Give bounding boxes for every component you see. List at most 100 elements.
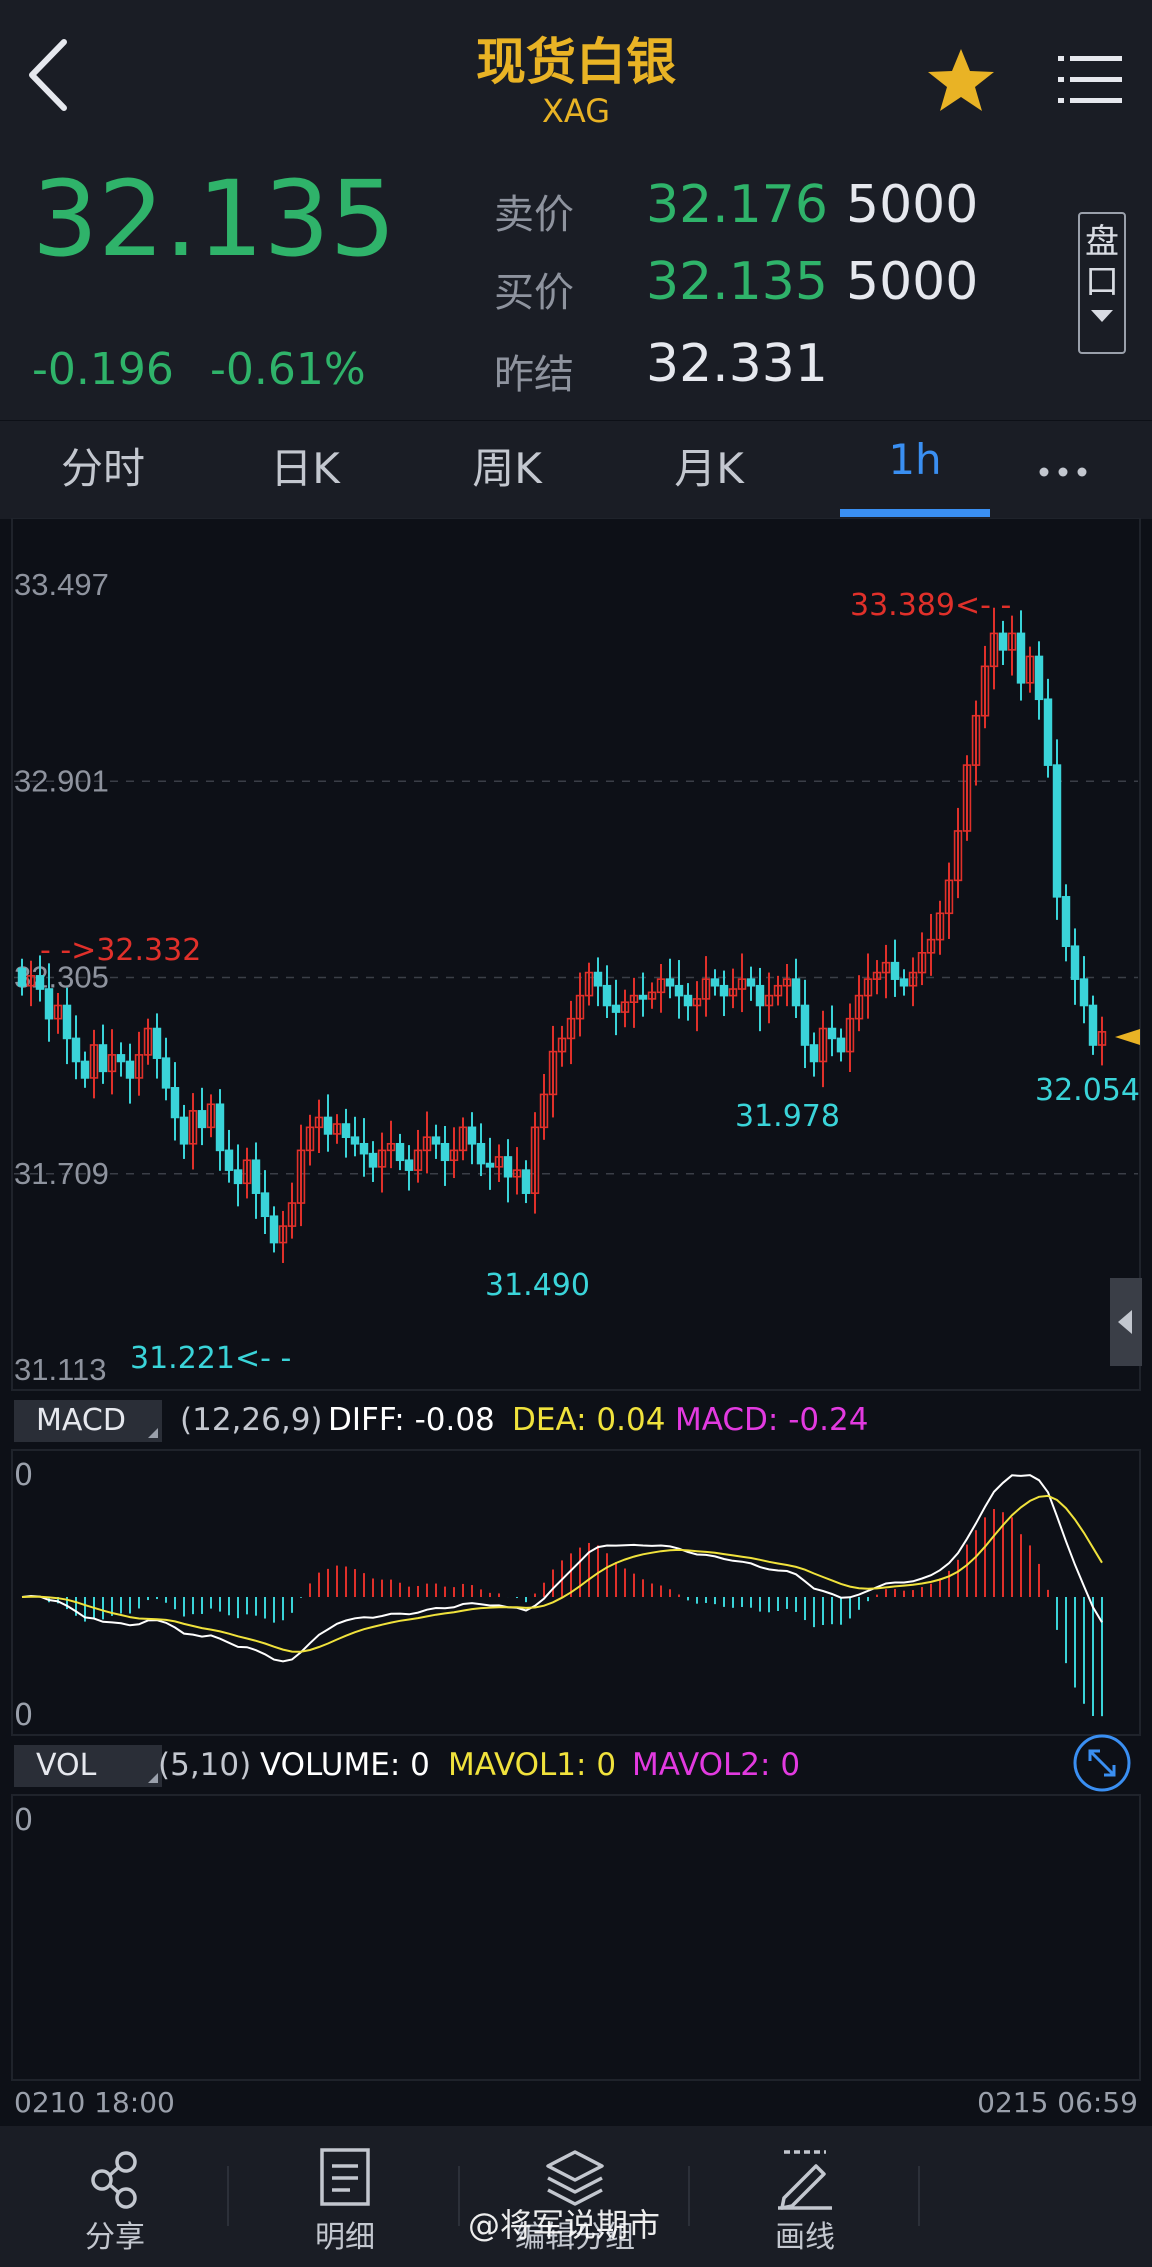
quote-header: 现货白银 XAG 32.135 -0.196 -0.61% 卖价 32.176 … xyxy=(0,0,1152,420)
macd-indicator-selector[interactable]: MACD xyxy=(14,1400,162,1442)
candle-body xyxy=(890,961,900,980)
candle-body xyxy=(260,1192,270,1218)
active-tab-indicator xyxy=(840,509,990,517)
macd-zero-top: 0 xyxy=(14,1458,33,1493)
candle-body xyxy=(62,1004,72,1040)
period-tabs: 分时 日K 周K 月K 1h xyxy=(0,420,1152,519)
bid-label: 买价 xyxy=(494,270,574,316)
candle-body xyxy=(233,1169,243,1185)
share-button[interactable]: 分享 xyxy=(35,2144,195,2256)
candle-body xyxy=(350,1136,360,1145)
candle-body xyxy=(485,1162,495,1168)
candle-body xyxy=(224,1149,234,1171)
collapse-panel-button[interactable] xyxy=(1110,1278,1142,1366)
price-change: -0.196 xyxy=(32,344,174,395)
candle-body xyxy=(467,1126,477,1145)
macd-panel-frame xyxy=(11,1449,1141,1736)
low-price-label: 31.221<- - xyxy=(130,1341,291,1376)
candle-body xyxy=(80,1060,90,1079)
candle-body xyxy=(674,984,684,997)
candle-body xyxy=(503,1156,513,1178)
candle-body xyxy=(152,1027,162,1059)
candle-body xyxy=(809,1044,819,1063)
prev-close-label: 昨结 xyxy=(494,352,574,398)
diff-value: DIFF: -0.08 xyxy=(328,1402,495,1438)
candle-body xyxy=(1088,1004,1098,1046)
toolbar-divider xyxy=(688,2166,690,2226)
candle-body xyxy=(1034,655,1044,701)
macd-histogram xyxy=(30,1509,1103,1717)
candle-body xyxy=(404,1159,414,1171)
candle-body xyxy=(197,1110,207,1129)
price-change-percent: -0.61% xyxy=(210,344,366,395)
volume-panel-frame xyxy=(11,1794,1141,2081)
last-candle-label: 32.054 xyxy=(1035,1073,1140,1108)
candle-body xyxy=(341,1123,351,1139)
candle-body xyxy=(719,984,729,997)
fullscreen-expand-icon[interactable] xyxy=(1072,1733,1132,1793)
candle-body xyxy=(800,1004,810,1046)
favorite-star-icon[interactable] xyxy=(925,45,997,117)
candle-body xyxy=(323,1116,333,1135)
swing-low-label-2: 31.978 xyxy=(735,1099,840,1134)
candle-body xyxy=(98,1044,108,1073)
candle-body xyxy=(359,1142,369,1155)
candle-body xyxy=(440,1142,450,1162)
candle-body xyxy=(476,1142,486,1165)
x-axis-start: 0210 18:00 xyxy=(14,2086,175,2119)
price-tick-label: 33.497 xyxy=(14,567,109,602)
macd-zero-bottom: 0 xyxy=(14,1698,33,1733)
detail-label: 明细 xyxy=(315,2220,375,2255)
candle-body xyxy=(1070,945,1080,980)
open-marker-label: - ->32.332 xyxy=(40,933,201,968)
share-icon xyxy=(91,2151,137,2209)
detail-button[interactable]: 明细 xyxy=(265,2144,425,2256)
candle-body xyxy=(251,1159,261,1194)
candle-body xyxy=(125,1060,135,1079)
draw-line-button[interactable]: 画线 xyxy=(725,2144,885,2256)
candle-body xyxy=(710,978,720,987)
pankou-bottom-char: 口 xyxy=(1085,262,1119,302)
draw-line-label: 画线 xyxy=(775,2220,835,2255)
candle-body xyxy=(683,994,693,1007)
volume-legend: VOL (5,10) VOLUME: 0 MAVOL1: 0 MAVOL2: 0 xyxy=(0,1743,1152,1793)
tab-weekly[interactable]: 周K xyxy=(432,435,582,496)
candle-body xyxy=(899,978,909,987)
tab-1h[interactable]: 1h xyxy=(840,435,990,484)
candle-body xyxy=(215,1103,225,1152)
mavol2-value: MAVOL2: 0 xyxy=(632,1747,801,1783)
candle-body xyxy=(1052,764,1062,898)
toolbar-divider xyxy=(458,2166,460,2226)
current-price-pointer xyxy=(1115,1029,1140,1045)
pankou-top-char: 盘 xyxy=(1085,222,1119,262)
candle-body xyxy=(44,988,54,1020)
volume-params: (5,10) xyxy=(158,1747,252,1783)
price-tick-label: 31.709 xyxy=(14,1156,109,1191)
candle-body xyxy=(269,1215,279,1244)
x-axis-end: 0215 06:59 xyxy=(977,2086,1138,2119)
mavol1-value: MAVOL1: 0 xyxy=(448,1747,617,1783)
menu-list-icon[interactable] xyxy=(1058,52,1122,108)
watermark-text: @将军说期市 xyxy=(468,2206,661,2244)
macd-value: MACD: -0.24 xyxy=(675,1402,869,1438)
volume-indicator-selector[interactable]: VOL xyxy=(14,1745,162,1787)
last-price: 32.135 xyxy=(32,158,396,280)
macd-legend: MACD (12,26,9) DIFF: -0.08 DEA: 0.04 MAC… xyxy=(0,1398,1152,1448)
tab-daily[interactable]: 日K xyxy=(230,435,380,496)
candle-body xyxy=(638,994,648,1000)
ask-label: 卖价 xyxy=(494,192,574,238)
document-icon xyxy=(320,2148,370,2206)
ask-price: 32.176 xyxy=(646,175,828,235)
candle-body xyxy=(116,1054,126,1063)
bid-price: 32.135 xyxy=(646,252,828,312)
price-tick-label: 31.113 xyxy=(14,1352,107,1387)
macd-params: (12,26,9) xyxy=(180,1402,323,1438)
price-chart[interactable]: 33.49732.90132.30531.70931.113 - ->32.33… xyxy=(0,518,1152,2118)
more-dots-icon[interactable] xyxy=(1038,466,1088,478)
pencil-icon xyxy=(778,2150,832,2210)
swing-low-label: 31.490 xyxy=(485,1268,590,1303)
tab-monthly[interactable]: 月K xyxy=(634,435,784,496)
tab-intraday[interactable]: 分时 xyxy=(28,435,178,496)
candle-body xyxy=(35,975,45,990)
order-book-toggle[interactable]: 盘 口 xyxy=(1078,212,1126,354)
